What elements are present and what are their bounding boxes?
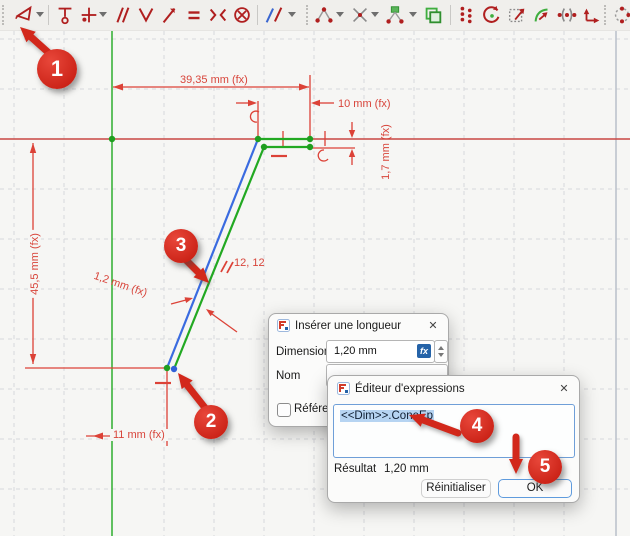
toolbar-separator <box>48 5 49 25</box>
ok-button[interactable]: OK <box>498 479 572 498</box>
dimension-spinner[interactable] <box>434 340 448 363</box>
dimension-label-width-top[interactable]: 39,35 mm (fx) <box>177 74 251 86</box>
close-icon[interactable]: ✕ <box>426 319 440 332</box>
bspline-tools-icon[interactable] <box>383 3 407 27</box>
vertex-selected <box>171 366 177 372</box>
split-edge-icon[interactable] <box>348 3 372 27</box>
sketcher-toolbar <box>0 0 630 31</box>
result-value: 1,20 mm <box>384 463 429 475</box>
close-icon[interactable]: ✕ <box>557 382 571 395</box>
rotate-icon[interactable] <box>480 3 504 27</box>
split-dropdown-chevron[interactable] <box>371 12 381 20</box>
step-badge-3: 3 <box>164 229 198 263</box>
distance-horizontal-vertical-icon[interactable] <box>77 3 101 27</box>
perpendicular-constraint-icon[interactable] <box>134 3 158 27</box>
toolbar-separator <box>450 5 451 25</box>
result-label: Résultat <box>334 463 376 475</box>
freecad-icon <box>337 382 350 395</box>
parallel-constraint-icon[interactable] <box>110 3 134 27</box>
distance-dropdown-chevron[interactable] <box>99 12 109 20</box>
scale-icon[interactable] <box>505 3 529 27</box>
fx-expression-button[interactable]: fx <box>417 344 431 358</box>
move-icon[interactable] <box>580 3 604 27</box>
parallel-constraint-marker <box>221 261 233 273</box>
dimension-value: 1,20 mm <box>334 345 377 357</box>
symmetric-constraint-icon[interactable] <box>206 3 230 27</box>
rectangular-array-icon[interactable] <box>455 3 479 27</box>
toggle-construction-icon[interactable] <box>262 3 286 27</box>
reset-button[interactable]: Réinitialiser <box>421 479 491 498</box>
coincident-constraint-icon[interactable] <box>312 3 336 27</box>
distance-vertical-icon[interactable] <box>53 3 77 27</box>
dimension-label-width-bottom[interactable]: 11 mm (fx) <box>110 429 168 441</box>
clone-icon[interactable] <box>421 3 445 27</box>
step-badge-2: 2 <box>194 405 228 439</box>
dialog-titlebar[interactable]: Éditeur d'expressions ✕ <box>328 376 579 398</box>
parallel-constraint-label[interactable]: 12, 12 <box>234 257 265 269</box>
vertex <box>261 144 267 150</box>
toolbar-grip[interactable] <box>2 5 8 25</box>
expression-text: <<Dim>>.ConeEp <box>340 410 434 422</box>
tangent-constraint-icon[interactable] <box>158 3 182 27</box>
origin-point <box>109 136 115 142</box>
vertex <box>164 365 170 371</box>
dimension-tool-icon[interactable] <box>12 3 36 27</box>
symmetry-icon[interactable] <box>555 3 579 27</box>
dialog-title: Éditeur d'expressions <box>355 383 465 395</box>
freecad-icon <box>277 319 290 332</box>
step-badge-5: 5 <box>528 450 562 484</box>
equal-constraint-icon[interactable] <box>182 3 206 27</box>
dimension-label-height-left[interactable]: 45,5 mm (fx) <box>29 230 41 298</box>
freecad-window: 39,35 mm (fx) 10 mm (fx) 1,7 mm (fx) 45,… <box>0 0 630 536</box>
step-badge-1: 1 <box>37 49 77 89</box>
circular-array-icon[interactable] <box>610 3 630 27</box>
block-constraint-icon[interactable] <box>230 3 254 27</box>
dialog-titlebar[interactable]: Insérer une longueur ✕ <box>269 314 448 336</box>
dimension-label-thickness-right[interactable]: 1,7 mm (fx) <box>380 124 392 180</box>
offset-icon[interactable] <box>530 3 554 27</box>
vertex <box>307 144 313 150</box>
name-label: Nom <box>276 370 300 382</box>
step-badge-4: 4 <box>460 409 494 443</box>
dimension-label-offset-right[interactable]: 10 mm (fx) <box>338 98 391 110</box>
dimension-input[interactable]: 1,20 mm fx <box>326 340 435 363</box>
dimension-dropdown-chevron[interactable] <box>36 12 46 20</box>
dialog-title: Insérer une longueur <box>295 320 401 332</box>
reference-checkbox[interactable] <box>277 403 291 417</box>
vertex <box>307 136 313 142</box>
vertex <box>255 136 261 142</box>
toolbar-separator <box>257 5 258 25</box>
construction-dropdown-chevron[interactable] <box>288 12 298 20</box>
bspline-dropdown-chevron[interactable] <box>409 12 419 20</box>
coincident-dropdown-chevron[interactable] <box>336 12 346 20</box>
